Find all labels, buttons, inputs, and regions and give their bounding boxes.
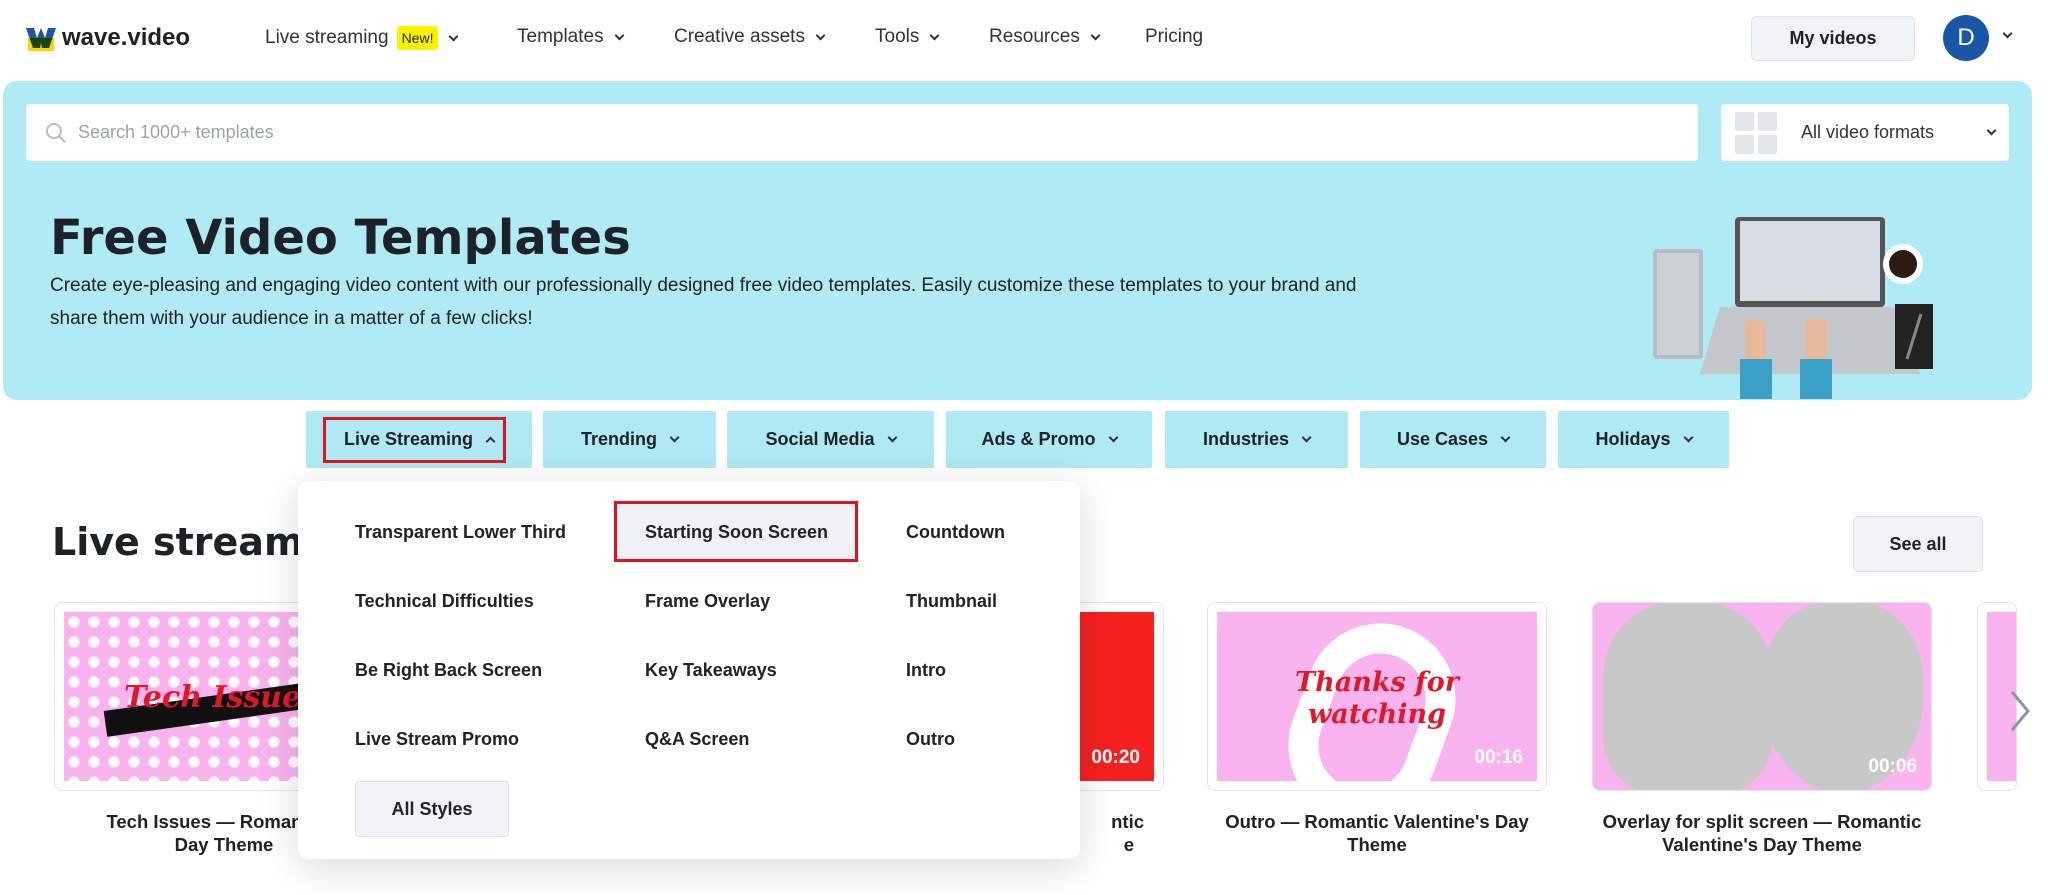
dropdown-item[interactable]: Frame Overlay [645,591,770,612]
nav-tools[interactable]: Tools [875,26,940,48]
dropdown-item[interactable]: Transparent Lower Third [355,522,566,543]
formats-grid-icon [1735,111,1777,154]
duration: 00:06 [1868,756,1917,777]
dropdown-item[interactable]: Q&A Screen [645,729,749,750]
template-thumbnail: 00:06 [1593,603,1931,790]
card-title[interactable]: Outro — Romantic Valentine's Day Theme [1207,810,1547,856]
category-live-streaming[interactable]: Live Streaming [306,411,532,468]
duration: 00:20 [1091,747,1140,768]
dropdown-item[interactable]: Intro [906,660,946,681]
hero-description: Create eye-pleasing and engaging video c… [50,275,1357,296]
dropdown-item[interactable]: Be Right Back Screen [355,660,542,681]
category-social-media[interactable]: Social Media [727,411,934,468]
chevron-down-icon [1108,432,1118,443]
chevron-down-icon [669,432,680,443]
my-videos-button[interactable]: My videos [1751,16,1915,61]
chevron-down-icon [815,30,826,40]
see-all-button[interactable]: See all [1853,516,1983,572]
search-bar[interactable] [26,104,1698,161]
nav-resources[interactable]: Resources [989,26,1101,48]
search-icon [46,122,66,143]
category-trending[interactable]: Trending [543,411,716,468]
category-use-cases[interactable]: Use Cases [1360,411,1546,468]
wave-logo-icon [26,28,56,51]
chevron-down-icon [887,432,897,443]
dropdown-item[interactable]: Key Takeaways [645,660,777,681]
chevron-down-icon [1500,432,1511,443]
laptop-illustration [1653,217,1933,399]
live-streaming-dropdown: Transparent Lower Third Starting Soon Sc… [298,481,1080,859]
nav-live-streaming[interactable]: Live streaming New! [265,26,459,50]
template-card[interactable]: Thanks for watching 00:16 [1207,602,1547,791]
dropdown-item[interactable]: Outro [906,729,955,750]
dropdown-item[interactable]: Technical Difficulties [355,591,534,612]
nav-templates[interactable]: Templates [517,26,625,48]
dropdown-item[interactable]: Countdown [906,522,1005,543]
search-input[interactable] [78,122,1578,143]
chevron-down-icon [1986,125,1997,136]
video-format-select[interactable]: All video formats [1721,104,2009,161]
chevron-down-icon [1683,432,1693,443]
hero-description-2: share them with your audience in a matte… [50,308,533,329]
account-chevron-icon[interactable] [2002,28,2013,39]
all-styles-button[interactable]: All Styles [355,781,509,837]
chevron-down-icon [1090,30,1101,40]
chevron-down-icon [929,30,940,40]
nav-pricing[interactable]: Pricing [1145,26,1203,48]
logo[interactable]: wave.video [26,24,190,52]
page-title: Free Video Templates [50,210,631,266]
nav-creative-assets[interactable]: Creative assets [674,26,826,48]
chevron-down-icon [614,30,625,40]
dropdown-item[interactable]: Live Stream Promo [355,729,519,750]
template-thumbnail: Thanks for watching 00:16 [1217,612,1537,781]
chevron-down-icon [449,31,459,41]
carousel-next-arrow-icon[interactable] [2008,690,2032,732]
chevron-down-icon [1301,432,1312,443]
category-industries[interactable]: Industries [1165,411,1348,468]
category-holidays[interactable]: Holidays [1558,411,1729,468]
dropdown-item-selected[interactable]: Starting Soon Screen [645,522,828,543]
avatar[interactable]: D [1943,15,1989,61]
new-badge: New! [396,26,439,50]
template-card[interactable]: 00:06 [1592,602,1932,791]
card-title[interactable]: Overlay for split screen — Romantic Valen… [1592,810,1932,856]
duration: 00:16 [1474,747,1523,768]
category-ads-promo[interactable]: Ads & Promo [946,411,1152,468]
dropdown-item[interactable]: Thumbnail [906,591,997,612]
